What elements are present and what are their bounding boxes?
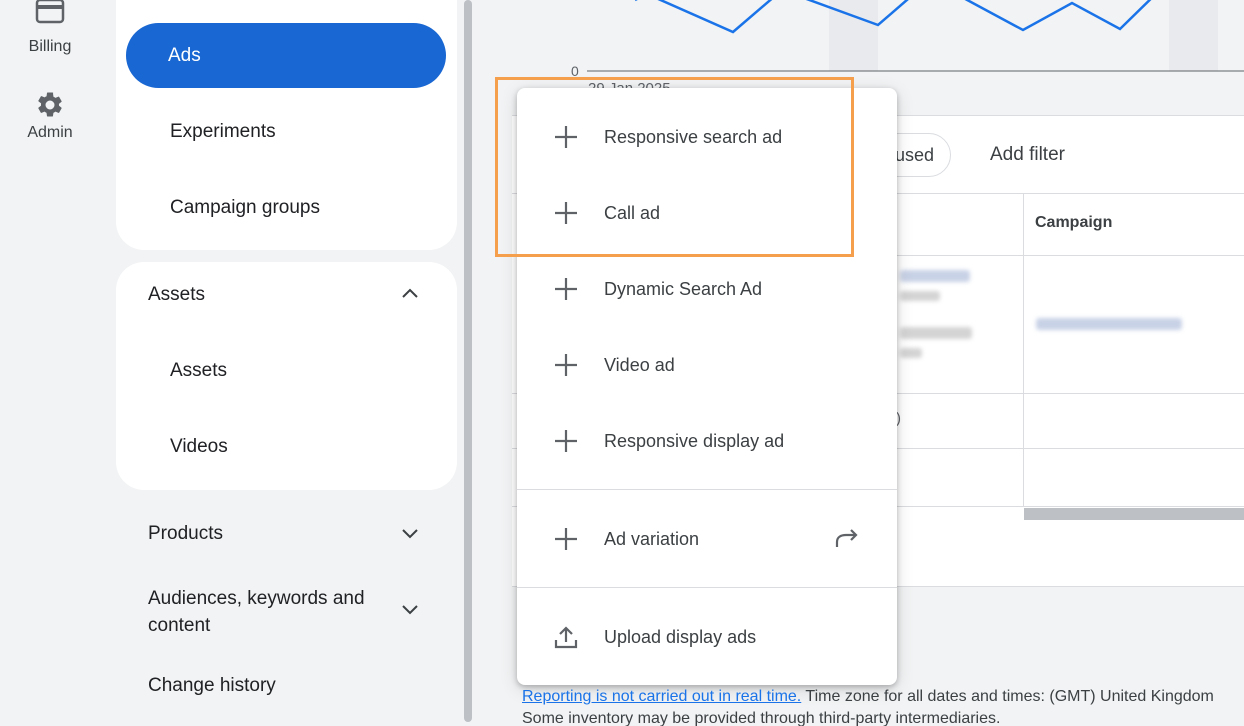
- menu-item-dynamic-search-ad[interactable]: Dynamic Search Ad: [517, 259, 897, 319]
- upload-icon: [554, 626, 578, 649]
- nav-item-assets[interactable]: Assets: [170, 360, 227, 382]
- nav-section-audiences-line1: Audiences, keywords and: [148, 588, 365, 609]
- chart-series-line: [635, 0, 1152, 34]
- redacted-text: [900, 270, 970, 282]
- add-filter-button[interactable]: Add filter: [990, 144, 1065, 166]
- chevron-down-icon[interactable]: [398, 597, 422, 621]
- menu-item-label: Video ad: [604, 354, 675, 375]
- menu-item-upload-display-ads[interactable]: Upload display ads: [517, 607, 897, 667]
- chevron-up-icon[interactable]: [398, 282, 422, 306]
- rail-admin-label: Admin: [27, 124, 73, 141]
- menu-item-video-ad[interactable]: Video ad: [517, 335, 897, 395]
- nav-item-change-history[interactable]: Change history: [148, 675, 276, 697]
- nav-item-videos[interactable]: Videos: [170, 436, 228, 458]
- nav-scrollbar[interactable]: [464, 0, 472, 722]
- left-rail: Billing Admin: [0, 0, 100, 726]
- footer-timezone-note: Reporting is not carried out in real tim…: [522, 688, 1214, 706]
- redacted-text: [900, 291, 940, 301]
- redacted-text: [900, 348, 922, 358]
- plus-icon: [555, 278, 577, 300]
- plus-icon: [555, 430, 577, 452]
- redacted-text: [900, 327, 972, 339]
- nav-section-assets[interactable]: Assets: [148, 284, 205, 306]
- menu-item-label: Dynamic Search Ad: [604, 278, 763, 299]
- redacted-campaign-link[interactable]: [1036, 318, 1182, 330]
- menu-divider: [517, 587, 897, 588]
- menu-divider: [517, 489, 897, 490]
- nav-section-audiences[interactable]: Audiences, keywords and content: [148, 585, 365, 639]
- plus-icon: [555, 528, 577, 550]
- nav-item-campaign-groups[interactable]: Campaign groups: [170, 197, 320, 219]
- menu-item-ad-variation[interactable]: Ad variation: [517, 509, 897, 569]
- chevron-down-icon[interactable]: [398, 521, 422, 545]
- reporting-link[interactable]: Reporting is not carried out in real tim…: [522, 688, 801, 705]
- side-nav: Ads Experiments Campaign groups Assets A…: [100, 0, 475, 726]
- chart-weekend-band: [1169, 0, 1218, 71]
- column-header-campaign[interactable]: Campaign: [1035, 214, 1112, 232]
- nav-item-experiments[interactable]: Experiments: [170, 121, 276, 143]
- nav-section-products[interactable]: Products: [148, 523, 223, 545]
- plus-icon: [555, 354, 577, 376]
- highlight-box: [495, 77, 854, 257]
- menu-item-label: Responsive display ad: [604, 430, 785, 451]
- table-horizontal-scrollbar[interactable]: [1024, 508, 1244, 520]
- nav-section-audiences-line2: content: [148, 615, 211, 636]
- menu-item-label: Upload display ads: [604, 626, 757, 647]
- menu-item-responsive-display-ad[interactable]: Responsive display ad: [517, 411, 897, 471]
- redirect-arrow-icon: [835, 529, 858, 547]
- table-column-divider: [1023, 193, 1024, 507]
- timezone-text: Time zone for all dates and times: (GMT)…: [801, 688, 1214, 705]
- menu-item-label: Ad variation: [604, 528, 700, 549]
- footer-inventory-note: Some inventory may be provided through t…: [522, 710, 1001, 726]
